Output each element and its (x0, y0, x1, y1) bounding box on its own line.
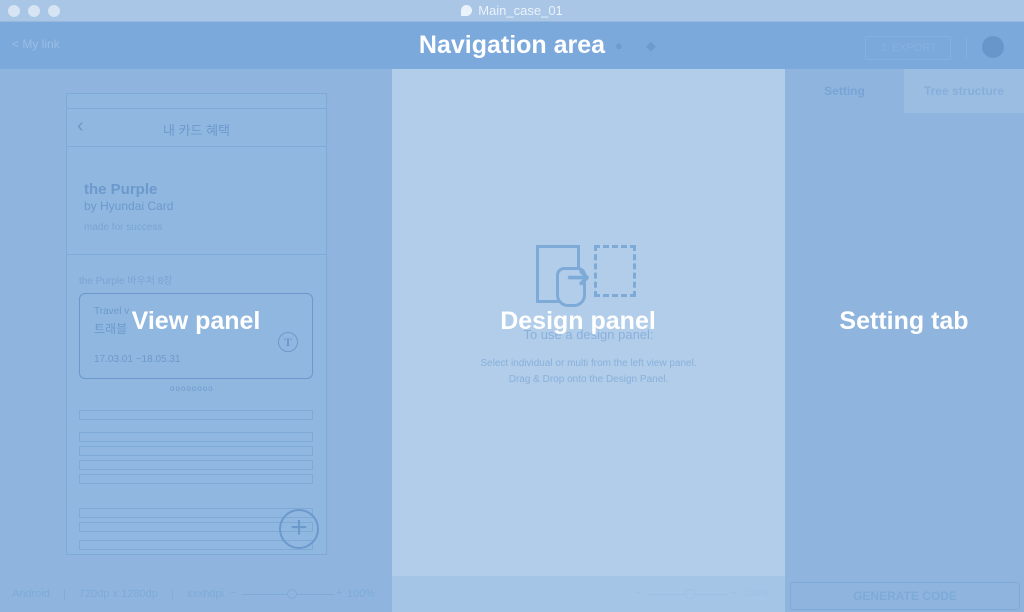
ticket-line1: Travel v (94, 306, 130, 317)
device-density[interactable]: xxxhdpi (187, 588, 224, 600)
view-panel-label: View panel (131, 307, 261, 335)
design-footer: − + 100% (392, 576, 785, 612)
ticket-badge-icon: T (278, 332, 298, 352)
list-item[interactable] (79, 432, 313, 442)
pager-dots[interactable]: oooooooo (170, 384, 214, 393)
back-to-my-link[interactable]: < My link (12, 37, 60, 51)
window-title-text: Main_case_01 (478, 3, 563, 18)
view-zoom-value: 100% (347, 588, 376, 600)
design-zoom-in-button[interactable]: + (730, 587, 736, 599)
screen-title: 내 카드 혜택 (162, 123, 231, 138)
list-item[interactable] (79, 522, 313, 532)
export-button[interactable]: ↥ EXPORT (865, 36, 951, 60)
tab-setting[interactable]: Setting (785, 69, 904, 113)
design-zoom-handle[interactable] (685, 589, 695, 599)
list-item[interactable] (79, 540, 313, 550)
instruction-line1: Select individual or multi from the left… (480, 358, 697, 369)
list-item[interactable] (79, 410, 313, 420)
view-zoom-handle[interactable] (287, 589, 297, 599)
export-label: EXPORT (891, 42, 937, 54)
design-zoom-value: 100% (743, 588, 769, 599)
list-item[interactable] (79, 508, 313, 518)
card-name: the Purple (84, 181, 158, 198)
generate-code-button[interactable]: GENERATE CODE (790, 582, 1020, 610)
view-panel: ‹ 내 카드 혜택 the Purple by Hyundai Card mad… (0, 69, 392, 612)
list-item[interactable] (79, 474, 313, 484)
card-tagline: made for success (84, 222, 163, 233)
list-item[interactable] (79, 460, 313, 470)
design-panel-label: Design panel (500, 307, 656, 335)
avatar[interactable] (982, 36, 1004, 58)
navigation-area-label: Navigation area (418, 31, 606, 59)
device-resolution[interactable]: 720dp x 1280dp (79, 588, 158, 600)
window-title: Main_case_01 (0, 3, 1024, 18)
instruction-line2: Drag & Drop onto the Design Panel. (508, 374, 669, 385)
add-fab-button[interactable]: + (279, 509, 319, 549)
share-icon[interactable]: ◆ (646, 38, 656, 54)
zoom-in-button[interactable]: + (336, 587, 342, 599)
card-issuer: by Hyundai Card (84, 199, 174, 213)
setting-tab-label: Setting tab (839, 307, 969, 335)
design-panel[interactable]: ➜ To use a design panel: Select individu… (392, 69, 785, 612)
list-item[interactable] (79, 446, 313, 456)
voucher-ticket[interactable]: Travel v 트래블 17.03.01 ~18.05.31 T (79, 293, 313, 379)
setting-panel: Setting Tree structure GENERATE CODE (785, 69, 1024, 612)
device-platform[interactable]: Android (12, 588, 50, 600)
device-info: Android | 720dp x 1280dp | xxxhdpi (12, 588, 225, 600)
user-icon[interactable]: ● (615, 38, 623, 53)
divider (966, 38, 967, 58)
tab-tree-structure[interactable]: Tree structure (904, 69, 1024, 113)
window-titlebar: Main_case_01 (0, 0, 1024, 22)
drag-drop-icon: ➜ (536, 245, 640, 309)
zoom-out-button[interactable]: − (230, 587, 236, 599)
card-info[interactable]: the Purple by Hyundai Card made for succ… (67, 147, 326, 255)
screen-header: ‹ 내 카드 혜택 (67, 108, 326, 147)
design-zoom-out-button[interactable]: − (636, 587, 642, 599)
app-logo-icon (461, 5, 473, 16)
ticket-line2: 트래블 (94, 322, 128, 336)
ticket-date: 17.03.01 ~18.05.31 (94, 354, 181, 365)
voucher-title: the Purple 바우처 8장 (79, 276, 173, 287)
